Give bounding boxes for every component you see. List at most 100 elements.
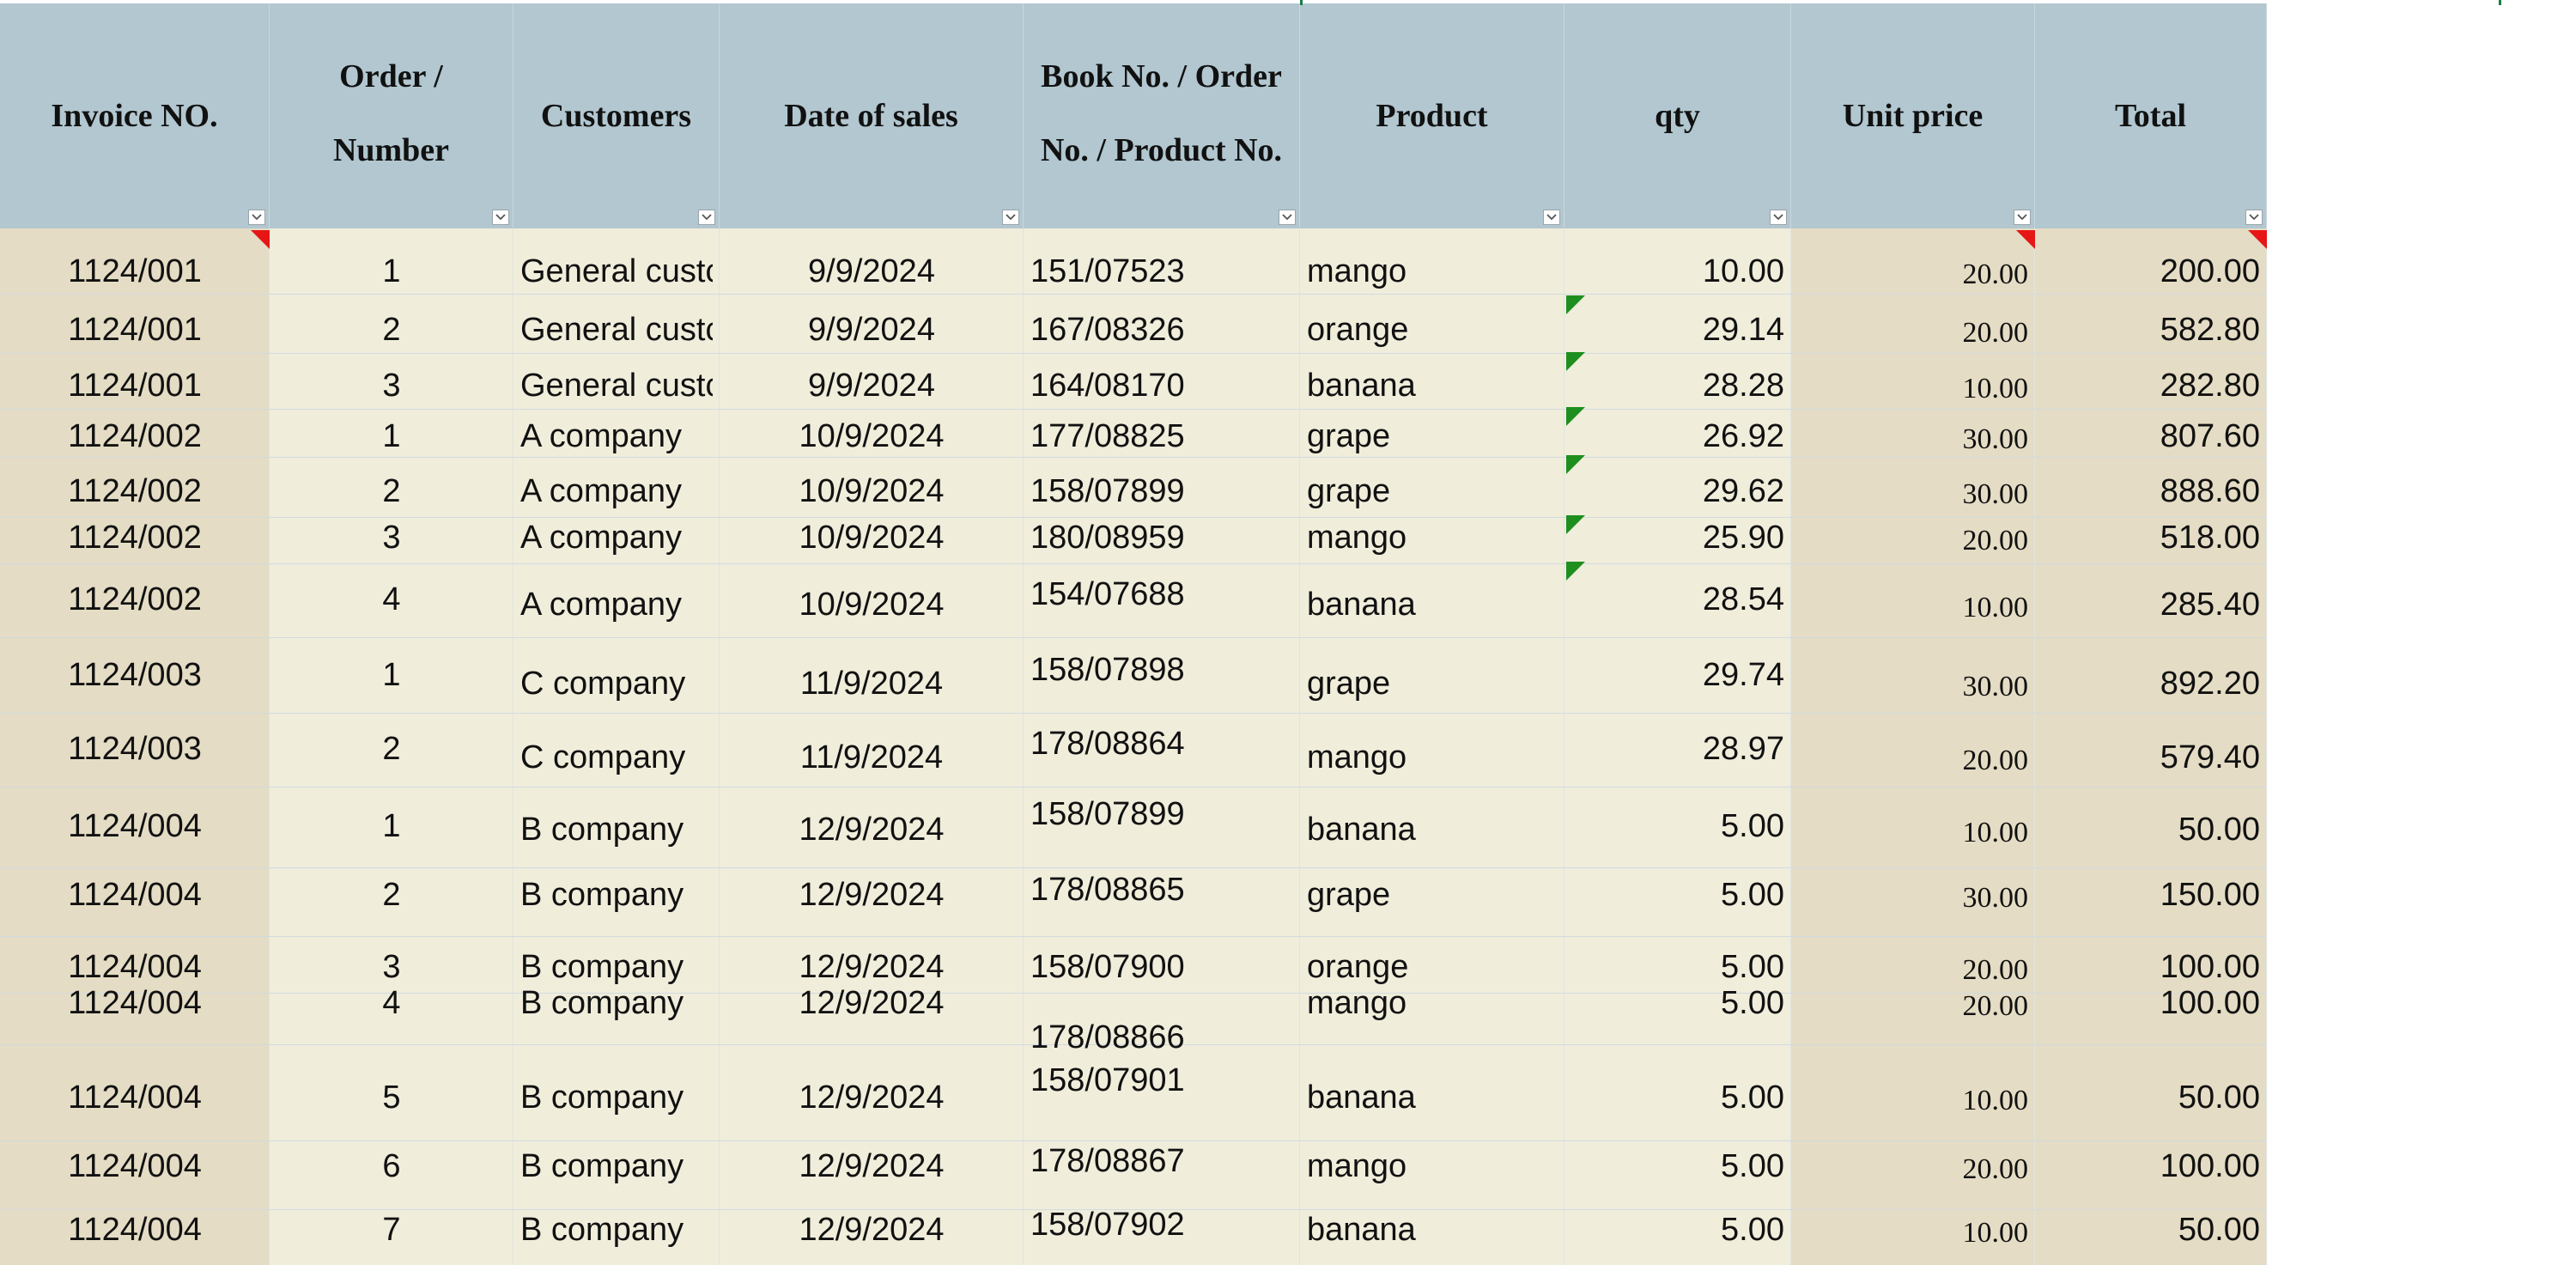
cell-invoice[interactable]: 1124/002 (7, 472, 263, 510)
cell-product[interactable]: banana (1307, 1211, 1558, 1249)
cell-qty[interactable]: 28.97 (1571, 730, 1784, 768)
cell-unit[interactable]: 20.00 (1798, 988, 2029, 1025)
cell-date[interactable]: 12/9/2024 (726, 984, 1017, 1022)
comment-indicator-icon[interactable] (2248, 230, 2267, 249)
cell-qty[interactable]: 5.00 (1571, 1211, 1784, 1249)
cell-invoice[interactable]: 1124/002 (7, 417, 263, 455)
cell-book[interactable]: 167/08326 (1030, 311, 1293, 349)
cell-qty[interactable]: 5.00 (1571, 876, 1784, 914)
cell-order[interactable]: 4 (276, 984, 507, 1022)
cell-order[interactable]: 2 (276, 876, 507, 914)
cell-date[interactable]: 12/9/2024 (726, 1147, 1017, 1185)
filter-dropdown-button[interactable] (698, 210, 715, 225)
cell-invoice[interactable]: 1124/004 (7, 1079, 263, 1116)
cell-unit[interactable]: 10.00 (1798, 370, 2029, 408)
cell-invoice[interactable]: 1124/001 (7, 252, 263, 290)
cell-product[interactable]: grape (1307, 665, 1558, 702)
cell-date[interactable]: 11/9/2024 (726, 739, 1017, 776)
cell-qty[interactable]: 10.00 (1571, 252, 1784, 290)
cell-customer[interactable]: A company (520, 519, 713, 556)
cell-order[interactable]: 1 (276, 417, 507, 455)
cell-qty[interactable]: 5.00 (1571, 984, 1784, 1022)
cell-date[interactable]: 12/9/2024 (726, 876, 1017, 914)
cell-book[interactable]: 164/08170 (1030, 367, 1293, 404)
filter-dropdown-button[interactable] (492, 210, 509, 225)
cell-qty[interactable]: 5.00 (1571, 1079, 1784, 1116)
cell-book[interactable]: 158/07901 (1030, 1061, 1293, 1099)
cell-unit[interactable]: 20.00 (1798, 522, 2029, 560)
cell-customer[interactable]: B company (520, 1211, 713, 1249)
cell-product[interactable]: banana (1307, 367, 1558, 404)
error-indicator-icon[interactable] (1566, 352, 1585, 371)
cell-qty[interactable]: 29.74 (1571, 656, 1784, 694)
cell-order[interactable]: 1 (276, 252, 507, 290)
cell-book[interactable]: 178/08864 (1030, 725, 1293, 763)
header-date[interactable]: Date of sales (720, 3, 1024, 228)
cell-unit[interactable]: 20.00 (1798, 256, 2029, 294)
cell-unit[interactable]: 10.00 (1798, 1082, 2029, 1120)
cell-order[interactable]: 5 (276, 1079, 507, 1116)
cell-product[interactable]: grape (1307, 876, 1558, 914)
cell-order[interactable]: 1 (276, 656, 507, 694)
spreadsheet[interactable]: Invoice NO. Order / Number Customers Date of… (0, 0, 2267, 1265)
cell-order[interactable]: 7 (276, 1211, 507, 1249)
cell-book[interactable]: 158/07899 (1030, 472, 1293, 510)
cell-customer[interactable]: A company (520, 417, 713, 455)
cell-customer[interactable]: General custc (520, 367, 713, 404)
cell-unit[interactable]: 30.00 (1798, 476, 2029, 514)
cell-invoice[interactable]: 1124/003 (7, 730, 263, 768)
cell-invoice[interactable]: 1124/001 (7, 367, 263, 404)
cell-total[interactable]: 807.60 (2042, 417, 2260, 455)
cell-book[interactable]: 178/08867 (1030, 1142, 1293, 1180)
cell-total[interactable]: 50.00 (2042, 1079, 2260, 1116)
filter-dropdown-button[interactable] (1543, 210, 1560, 225)
header-total[interactable]: Total (2035, 3, 2267, 228)
cell-qty[interactable]: 28.54 (1571, 581, 1784, 618)
cell-book[interactable]: 177/08825 (1030, 417, 1293, 455)
cell-date[interactable]: 10/9/2024 (726, 586, 1017, 623)
cell-total[interactable]: 50.00 (2042, 811, 2260, 848)
cell-product[interactable]: mango (1307, 252, 1558, 290)
cell-date[interactable]: 12/9/2024 (726, 1079, 1017, 1116)
cell-total[interactable]: 150.00 (2042, 876, 2260, 914)
cell-customer[interactable]: B company (520, 984, 713, 1022)
cell-order[interactable]: 2 (276, 472, 507, 510)
header-customer[interactable]: Customers (513, 3, 720, 228)
cell-total[interactable]: 888.60 (2042, 472, 2260, 510)
header-order[interactable]: Order / Number (270, 3, 513, 228)
cell-product[interactable]: grape (1307, 472, 1558, 510)
header-product[interactable]: Product (1300, 3, 1564, 228)
cell-invoice[interactable]: 1124/003 (7, 656, 263, 694)
filter-dropdown-button[interactable] (2014, 210, 2031, 225)
cell-customer[interactable]: C company (520, 665, 713, 702)
cell-book[interactable]: 158/07898 (1030, 651, 1293, 689)
cell-total[interactable]: 100.00 (2042, 984, 2260, 1022)
cell-customer[interactable]: B company (520, 876, 713, 914)
comment-indicator-icon[interactable] (2016, 230, 2035, 249)
cell-qty[interactable]: 5.00 (1571, 1147, 1784, 1185)
cell-order[interactable]: 3 (276, 367, 507, 404)
cell-unit[interactable]: 10.00 (1798, 1214, 2029, 1252)
cell-book[interactable]: 158/07902 (1030, 1206, 1293, 1244)
cell-book[interactable]: 178/08865 (1030, 871, 1293, 909)
cell-book[interactable]: 178/08866 (1030, 1019, 1293, 1056)
filter-dropdown-button[interactable] (1279, 210, 1296, 225)
cell-product[interactable]: mango (1307, 1147, 1558, 1185)
cell-book[interactable]: 158/07899 (1030, 795, 1293, 833)
cell-invoice[interactable]: 1124/004 (7, 1147, 263, 1185)
error-indicator-icon[interactable] (1566, 515, 1585, 534)
cell-qty[interactable]: 29.14 (1571, 311, 1784, 349)
cell-customer[interactable]: B company (520, 1079, 713, 1116)
cell-total[interactable]: 200.00 (2042, 252, 2260, 290)
cell-invoice[interactable]: 1124/004 (7, 876, 263, 914)
cell-unit[interactable]: 30.00 (1798, 879, 2029, 917)
cell-customer[interactable]: B company (520, 811, 713, 848)
cell-date[interactable]: 9/9/2024 (726, 311, 1017, 349)
cell-invoice[interactable]: 1124/004 (7, 1211, 263, 1249)
cell-product[interactable]: banana (1307, 586, 1558, 623)
header-invoice[interactable]: Invoice NO. (0, 3, 270, 228)
cell-date[interactable]: 10/9/2024 (726, 417, 1017, 455)
cell-unit[interactable]: 30.00 (1798, 421, 2029, 459)
comment-indicator-icon[interactable] (251, 230, 270, 249)
cell-qty[interactable]: 26.92 (1571, 417, 1784, 455)
